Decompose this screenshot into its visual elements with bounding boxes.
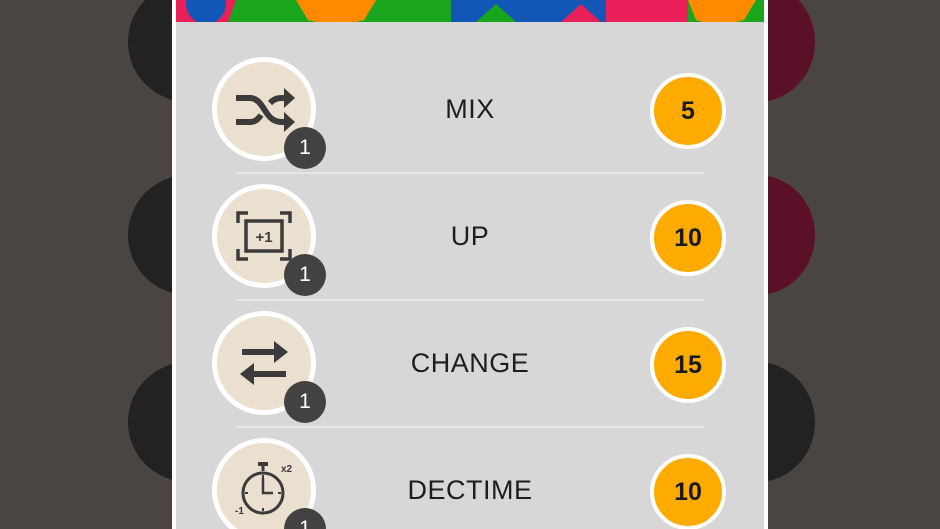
owned-count-badge: 1 <box>284 381 326 423</box>
powerup-row-dectime[interactable]: -1 x2 1 DECTIME 10 <box>176 428 764 529</box>
powerup-label: CHANGE <box>410 348 530 378</box>
powerup-shop-panel: 1 MIX 5 +1 1 UP 10 1 CHANGE 15 -1 x2 1 D… <box>172 0 768 529</box>
buy-price-button[interactable]: 5 <box>650 73 726 149</box>
svg-text:+1: +1 <box>255 229 272 246</box>
owned-count-badge: 1 <box>284 254 326 296</box>
buy-price-button[interactable]: 15 <box>650 327 726 403</box>
powerup-list: 1 MIX 5 +1 1 UP 10 1 CHANGE 15 -1 x2 1 D… <box>176 0 764 529</box>
powerup-row-change[interactable]: 1 CHANGE 15 <box>176 301 764 428</box>
buy-price-button[interactable]: 10 <box>650 454 726 529</box>
powerup-label: MIX <box>445 94 495 124</box>
powerup-label: UP <box>450 221 490 251</box>
powerup-row-mix[interactable]: 1 MIX 5 <box>176 47 764 174</box>
powerup-row-up[interactable]: +1 1 UP 10 <box>176 174 764 301</box>
owned-count-badge: 1 <box>284 127 326 169</box>
minus-one-label: -1 <box>235 506 244 517</box>
times-two-label: x2 <box>281 464 293 475</box>
buy-price-button[interactable]: 10 <box>650 200 726 276</box>
colorful-header-banner <box>176 0 764 22</box>
powerup-label: DECTIME <box>407 475 533 505</box>
